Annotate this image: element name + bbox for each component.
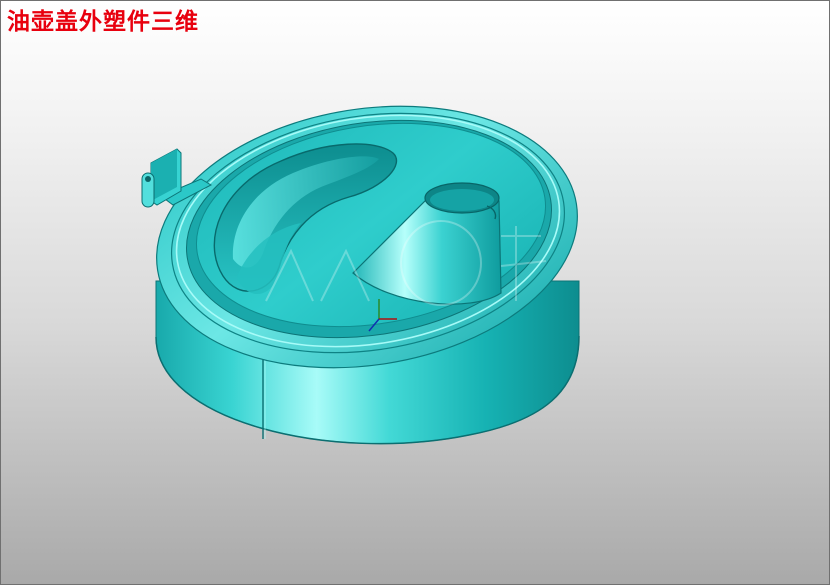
- cad-viewport[interactable]: 油壶盖外塑件三维: [0, 0, 830, 585]
- lid-3d-model[interactable]: [1, 1, 830, 585]
- spout-opening-inner: [430, 189, 494, 211]
- hinge-pin-hole: [145, 176, 151, 182]
